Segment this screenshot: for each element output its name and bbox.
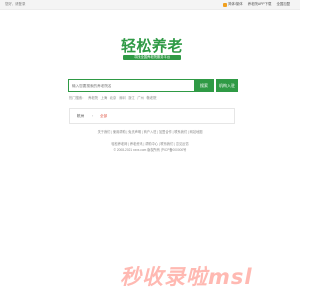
copyright: © 2008-2021 xxxx.com 版权所有 沪ICP备000000号 [113, 148, 187, 152]
join-link[interactable]: 全国加盟 [276, 2, 290, 7]
logo-text: 轻松养老 [120, 37, 183, 55]
chevron-right-icon: › [92, 114, 94, 118]
city-selector: 杭州 › 全部 [69, 108, 235, 124]
app-download-link[interactable]: 养老院APP下载 [248, 2, 272, 7]
site-logo[interactable]: 轻松养老 寻找全国养老院服务平台 [120, 38, 184, 62]
city-label[interactable]: 杭州 [77, 114, 84, 119]
hot-link[interactable]: 北京 [110, 95, 117, 100]
hot-link[interactable]: 广州 [137, 95, 144, 100]
language-label[interactable]: 简体/繁体 [228, 2, 243, 7]
institution-join-button[interactable]: 机构入驻 [216, 79, 238, 92]
login-greeting[interactable]: 您好，请登录 [5, 2, 25, 7]
search-input[interactable] [68, 79, 194, 92]
top-links: 简体/繁体 养老院APP下载 全国加盟 [223, 2, 290, 7]
hot-link[interactable]: 深圳 [119, 95, 126, 100]
language-link[interactable]: 简体/繁体 [223, 2, 243, 7]
star-icon [223, 2, 228, 7]
hot-link[interactable]: 养老院 [88, 95, 98, 100]
search-button[interactable]: 搜索 [194, 79, 214, 92]
logo-subtitle: 寻找全国养老院服务平台 [123, 55, 181, 60]
hot-label: 热门搜索： [69, 96, 86, 100]
hot-link[interactable]: 敬老院 [147, 95, 157, 100]
hot-link[interactable]: 浙江 [128, 95, 135, 100]
footer: 轻松养老网 | 养老资讯 | 帮助中心 | 联系我们 | 意见反馈 © 2008… [0, 142, 300, 153]
watermark: 秒收录啦msl [120, 265, 253, 289]
footer-nav[interactable]: 轻松养老网 | 养老资讯 | 帮助中心 | 联系我们 | 意见反馈 [0, 142, 300, 147]
city-value[interactable]: 全部 [100, 114, 107, 119]
hot-link[interactable]: 上海 [101, 95, 108, 100]
top-bar: 您好，请登录 简体/繁体 养老院APP下载 全国加盟 [0, 0, 300, 10]
hot-searches: 热门搜索： 养老院 上海 北京 深圳 浙江 广州 敬老院 [69, 95, 156, 100]
footer-links[interactable]: 关于我们 | 使用帮助 | 免责声明 | 商户入驻 | 加盟合作 | 联系我们 … [0, 130, 300, 134]
search-bar: 搜索 机构入驻 [68, 79, 238, 92]
